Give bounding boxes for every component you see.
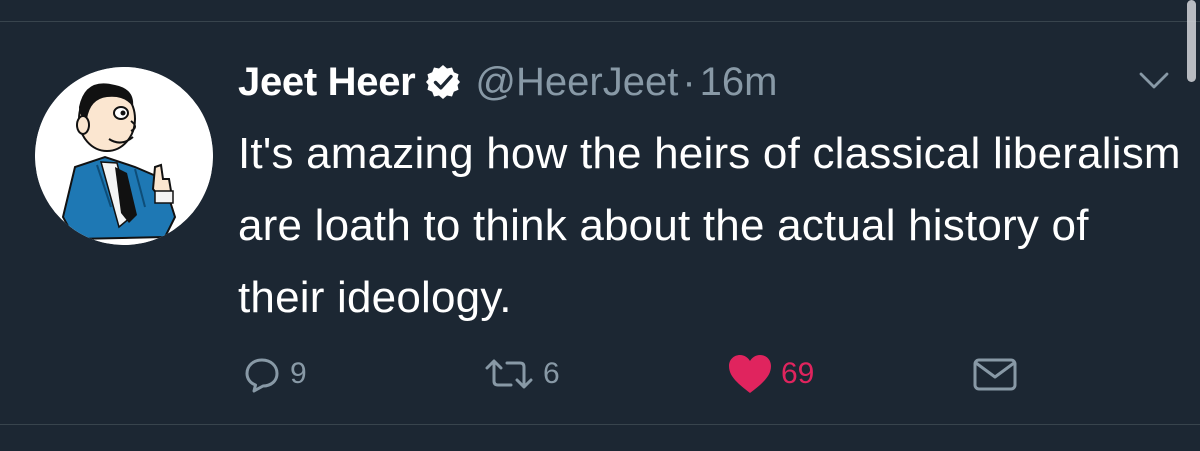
direct-message-button[interactable] — [972, 346, 1018, 402]
tweet-timestamp[interactable]: 16m — [700, 60, 778, 105]
retweet-icon — [483, 354, 535, 394]
avatar[interactable] — [35, 67, 213, 245]
chevron-down-icon[interactable] — [1138, 70, 1170, 92]
top-divider — [0, 21, 1200, 22]
header-separator: · — [682, 59, 696, 104]
scrollbar[interactable] — [1187, 0, 1196, 82]
tweet-actions: 9 6 69 — [0, 346, 1200, 402]
verified-badge-icon — [425, 64, 461, 100]
like-button[interactable]: 69 — [727, 346, 814, 402]
avatar-illustration — [35, 67, 213, 245]
author-name[interactable]: Jeet Heer — [238, 60, 416, 105]
envelope-icon — [972, 354, 1018, 394]
heart-icon — [727, 353, 773, 395]
author-handle[interactable]: @HeerJeet — [475, 60, 678, 105]
tweet-header: Jeet Heer @HeerJeet · 16m — [238, 54, 777, 110]
reply-count: 9 — [290, 357, 307, 390]
reply-icon — [242, 354, 282, 394]
retweet-button[interactable]: 6 — [483, 346, 560, 402]
tweet-text: It's amazing how the heirs of classical … — [238, 129, 1181, 322]
like-count: 69 — [781, 357, 815, 390]
retweet-count: 6 — [543, 357, 560, 390]
bottom-divider — [0, 424, 1200, 425]
reply-button[interactable]: 9 — [242, 346, 307, 402]
